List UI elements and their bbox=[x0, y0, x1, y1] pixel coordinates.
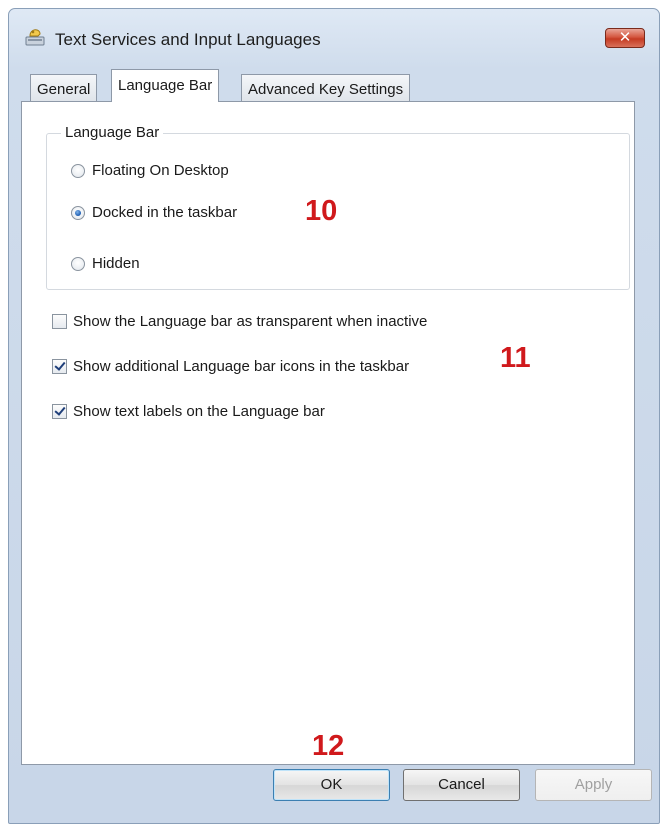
apply-button: Apply bbox=[535, 769, 652, 801]
radio-label: Hidden bbox=[92, 255, 140, 272]
close-button[interactable]: ✕ bbox=[605, 28, 645, 48]
checkbox[interactable] bbox=[52, 314, 67, 329]
text-services-icon bbox=[25, 29, 45, 46]
radio-label: Docked in the taskbar bbox=[92, 204, 238, 221]
tab-advanced-key-settings[interactable]: Advanced Key Settings bbox=[241, 74, 411, 102]
checkbox-label: Show text labels on the Language bar bbox=[73, 403, 325, 420]
checkbox-label: Show additional Language bar icons in th… bbox=[73, 358, 410, 375]
tab-label: General bbox=[37, 81, 91, 98]
radio-label: Floating On Desktop bbox=[92, 162, 229, 179]
radio-button[interactable] bbox=[71, 205, 85, 220]
tab-label: Advanced Key Settings bbox=[248, 81, 404, 98]
radio-hidden[interactable]: Hidden bbox=[71, 255, 140, 272]
radio-button[interactable] bbox=[71, 256, 85, 271]
annotation-10: 10 bbox=[305, 195, 338, 227]
title-bar[interactable]: Text Services and Input Languages ✕ bbox=[9, 9, 659, 61]
checkbox-label: Show the Language bar as transparent whe… bbox=[73, 313, 428, 330]
checkbox[interactable] bbox=[52, 359, 67, 374]
close-icon: ✕ bbox=[618, 29, 632, 46]
radio-floating-on-desktop[interactable]: Floating On Desktop bbox=[71, 162, 229, 179]
annotation-11: 11 bbox=[500, 342, 531, 374]
checkbox-additional-icons[interactable]: Show additional Language bar icons in th… bbox=[52, 358, 409, 375]
checkbox[interactable] bbox=[52, 404, 67, 419]
radio-button[interactable] bbox=[71, 163, 85, 178]
cancel-button[interactable]: Cancel bbox=[403, 769, 520, 801]
tab-language-bar[interactable]: Language Bar bbox=[111, 69, 220, 102]
checkbox-transparent-when-inactive[interactable]: Show the Language bar as transparent whe… bbox=[52, 313, 427, 330]
tab-general[interactable]: General bbox=[30, 74, 98, 102]
groupbox-title: Language Bar bbox=[61, 124, 164, 141]
checkbox-text-labels[interactable]: Show text labels on the Language bar bbox=[52, 403, 325, 420]
annotation-12: 12 bbox=[312, 730, 345, 762]
window-title: Text Services and Input Languages bbox=[55, 30, 321, 49]
tab-label: Language Bar bbox=[118, 77, 213, 94]
radio-docked-in-taskbar[interactable]: Docked in the taskbar bbox=[71, 204, 237, 221]
language-bar-groupbox: Language Bar Floating On Desktop Docked … bbox=[46, 124, 630, 290]
ok-button[interactable]: OK bbox=[273, 769, 390, 801]
